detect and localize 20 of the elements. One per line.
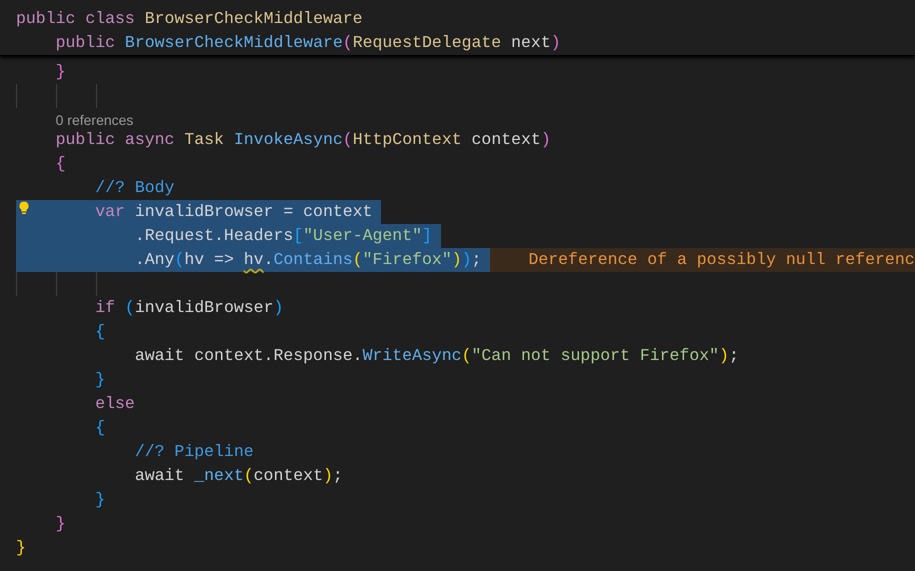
code-line: //? Body	[94, 177, 174, 199]
code-line: if (invalidBrowser)	[94, 297, 284, 319]
code-line: }	[94, 489, 106, 511]
code-line: public BrowserCheckMiddleware(RequestDelegate next)	[54, 32, 561, 54]
code-line: //? Pipeline	[134, 441, 254, 463]
lightbulb-icon[interactable]	[19, 201, 29, 215]
codelens-text[interactable]: 0 references	[16, 108, 134, 128]
code-line: else	[94, 393, 135, 415]
code-line: {	[54, 153, 66, 175]
code-line: }	[54, 513, 66, 535]
code-line: {	[94, 417, 106, 439]
code-line: public class BrowserCheckMiddleware	[16, 8, 363, 30]
code-line: {	[94, 321, 106, 343]
code-line: }	[16, 537, 26, 559]
code-line: await _next(context);	[134, 465, 343, 487]
code-line: }	[54, 61, 66, 83]
code-line: public async Task InvokeAsync(HttpContext context)	[54, 129, 551, 151]
code-line: }	[94, 369, 106, 391]
diagnostic-message: Dereference of a possibly null referenc	[490, 248, 915, 272]
code-line: await context.Response.WriteAsync("Can not support Firefox");	[134, 345, 739, 367]
